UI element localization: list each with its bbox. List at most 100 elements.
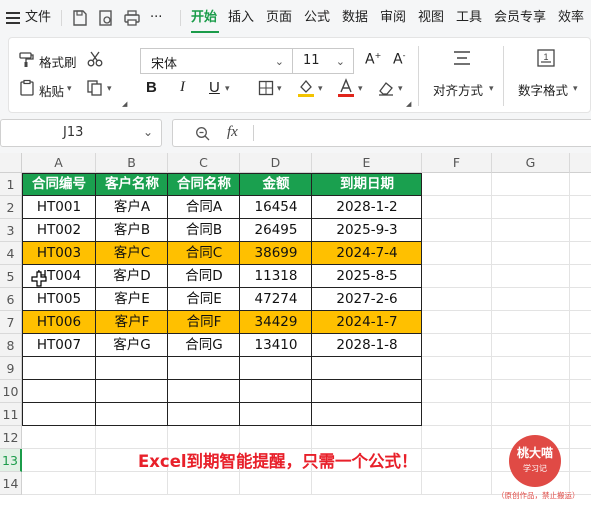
more-icon[interactable]: ··· [150, 0, 162, 36]
row-header-9[interactable]: 9 [0, 357, 22, 380]
tab-view[interactable]: 视图 [418, 0, 444, 36]
table-cell[interactable]: HT006 [22, 311, 96, 334]
tab-formula[interactable]: 公式 [304, 0, 330, 36]
table-cell[interactable]: HT001 [22, 196, 96, 219]
column-header-a[interactable]: A [22, 153, 96, 173]
row-header-6[interactable]: 6 [0, 288, 22, 311]
column-header-c[interactable]: C [168, 153, 240, 173]
clear-dropdown-icon[interactable]: ▾ [398, 84, 403, 94]
number-format-dropdown-icon[interactable]: ▾ [573, 84, 578, 94]
paste-button[interactable]: 粘贴 [39, 81, 64, 100]
number-format-icon[interactable]: 1 [536, 48, 556, 68]
table-cell[interactable]: 客户C [96, 242, 168, 265]
paste-icon[interactable] [18, 79, 36, 97]
table-cell[interactable]: 客户B [96, 219, 168, 242]
table-cell[interactable]: 合同B [168, 219, 240, 242]
clear-format-icon[interactable] [377, 79, 395, 97]
number-format-button[interactable]: 数字格式 [518, 80, 568, 99]
decrease-font-icon[interactable]: A- [393, 51, 405, 68]
underline-button[interactable]: U [209, 79, 220, 96]
table-cell[interactable]: 客户A [96, 196, 168, 219]
file-menu[interactable]: 文件 [25, 0, 51, 36]
font-launcher-icon[interactable]: ◢ [406, 100, 411, 108]
table-cell[interactable]: 2027-2-6 [312, 288, 422, 311]
table-cell[interactable]: 合同G [168, 334, 240, 357]
header-cell[interactable]: 金额 [240, 173, 312, 196]
header-cell[interactable]: 到期日期 [312, 173, 422, 196]
table-cell[interactable]: 2028-1-8 [312, 334, 422, 357]
font-size-dropdown[interactable]: 11 ⌄ [292, 48, 354, 74]
table-cell[interactable]: 客户G [96, 334, 168, 357]
align-dropdown-icon[interactable]: ▾ [489, 84, 494, 94]
tab-member[interactable]: 会员专享 [494, 0, 546, 36]
tab-page[interactable]: 页面 [266, 0, 292, 36]
row-header-13[interactable]: 13 [0, 449, 22, 472]
header-cell[interactable]: 合同名称 [168, 173, 240, 196]
border-dropdown-icon[interactable]: ▾ [277, 84, 282, 94]
tab-efficiency[interactable]: 效率 [558, 0, 584, 36]
table-cell[interactable]: 合同D [168, 265, 240, 288]
save-icon[interactable] [71, 9, 89, 27]
menu-icon[interactable] [6, 12, 20, 24]
font-color-icon[interactable] [337, 78, 355, 98]
tab-data[interactable]: 数据 [342, 0, 368, 36]
table-cell[interactable]: 11318 [240, 265, 312, 288]
increase-font-icon[interactable]: A+ [365, 51, 381, 68]
tab-tools[interactable]: 工具 [456, 0, 482, 36]
column-header-f[interactable]: F [422, 153, 492, 173]
name-box[interactable]: J13 ⌄ [0, 119, 162, 147]
row-header-2[interactable]: 2 [0, 196, 22, 219]
align-icon[interactable] [452, 48, 472, 68]
tab-review[interactable]: 审阅 [380, 0, 406, 36]
table-cell[interactable]: 2028-1-2 [312, 196, 422, 219]
table-cell[interactable]: 38699 [240, 242, 312, 265]
bold-button[interactable]: B [146, 79, 157, 96]
table-cell[interactable]: HT003 [22, 242, 96, 265]
format-painter-button[interactable]: 格式刷 [39, 52, 77, 71]
table-cell[interactable]: 34429 [240, 311, 312, 334]
row-header-3[interactable]: 3 [0, 219, 22, 242]
table-cell[interactable]: 13410 [240, 334, 312, 357]
paste-dropdown-icon[interactable]: ▾ [67, 84, 72, 94]
print-preview-icon[interactable] [97, 9, 115, 27]
row-header-12[interactable]: 12 [0, 426, 22, 449]
fill-color-icon[interactable] [297, 78, 315, 98]
table-cell[interactable]: 47274 [240, 288, 312, 311]
copy-dropdown-icon[interactable]: ▾ [107, 84, 112, 94]
font-name-dropdown[interactable]: 宋体 ⌄ [140, 48, 293, 74]
select-all-corner[interactable] [0, 153, 22, 173]
row-header-10[interactable]: 10 [0, 380, 22, 403]
table-cell[interactable]: 26495 [240, 219, 312, 242]
table-cell[interactable]: 客户F [96, 311, 168, 334]
table-cell[interactable]: 客户D [96, 265, 168, 288]
fill-color-dropdown-icon[interactable]: ▾ [318, 84, 323, 94]
clipboard-launcher-icon[interactable]: ◢ [122, 100, 127, 108]
table-cell[interactable]: 2025-9-3 [312, 219, 422, 242]
row-header-14[interactable]: 14 [0, 472, 22, 495]
cut-icon[interactable] [86, 50, 104, 68]
table-cell[interactable]: HT007 [22, 334, 96, 357]
table-cell[interactable]: HT002 [22, 219, 96, 242]
zoom-icon[interactable] [195, 126, 210, 141]
row-header-8[interactable]: 8 [0, 334, 22, 357]
underline-dropdown-icon[interactable]: ▾ [225, 84, 230, 94]
table-cell[interactable]: HT005 [22, 288, 96, 311]
table-cell[interactable]: 16454 [240, 196, 312, 219]
column-header-e[interactable]: E [312, 153, 422, 173]
print-icon[interactable] [123, 9, 141, 27]
font-color-dropdown-icon[interactable]: ▾ [358, 84, 363, 94]
row-header-5[interactable]: 5 [0, 265, 22, 288]
header-cell[interactable]: 合同编号 [22, 173, 96, 196]
align-button[interactable]: 对齐方式 [433, 80, 483, 99]
row-header-7[interactable]: 7 [0, 311, 22, 334]
border-icon[interactable] [258, 80, 274, 96]
column-header-b[interactable]: B [96, 153, 168, 173]
table-cell[interactable]: 客户E [96, 288, 168, 311]
table-cell[interactable]: 合同A [168, 196, 240, 219]
format-painter-icon[interactable] [18, 50, 36, 68]
italic-button[interactable]: I [180, 79, 185, 96]
fx-icon[interactable]: fx [227, 124, 238, 141]
row-header-11[interactable]: 11 [0, 403, 22, 426]
table-cell[interactable]: 合同F [168, 311, 240, 334]
formula-input[interactable]: fx [172, 119, 591, 147]
